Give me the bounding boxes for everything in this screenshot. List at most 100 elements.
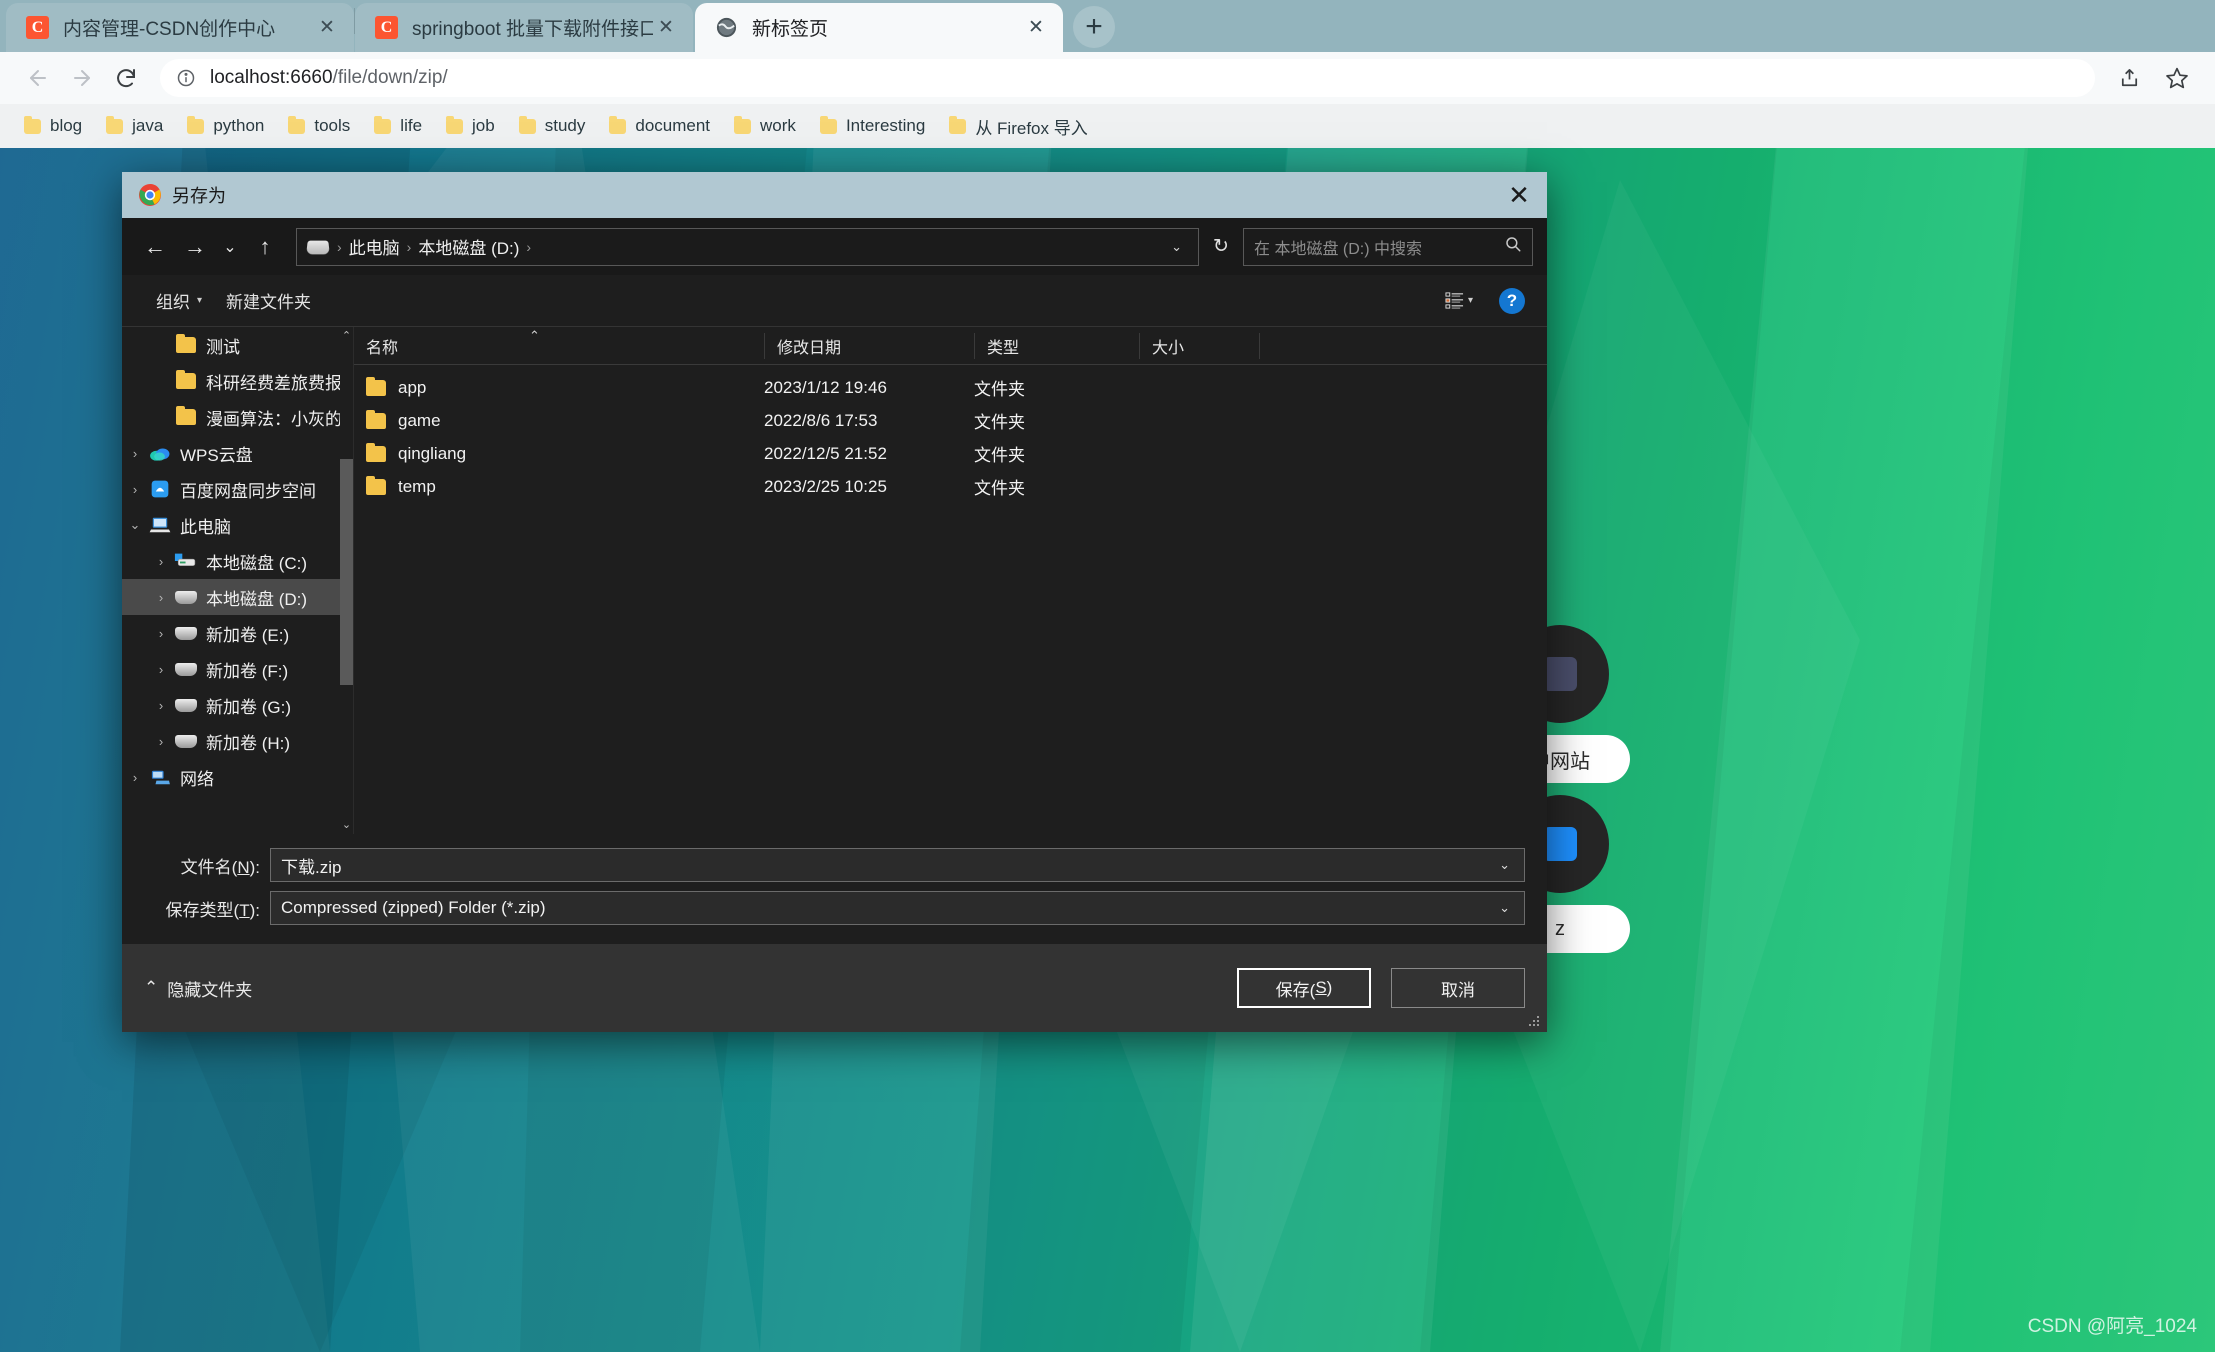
up-one-level-icon[interactable]: ↑ xyxy=(246,228,284,266)
chevron-right-icon[interactable]: › xyxy=(148,590,174,605)
tree-item-local-disk-d[interactable]: › 本地磁盘 (D:) xyxy=(122,579,353,615)
bookmark-item[interactable]: Interesting xyxy=(810,112,935,140)
scroll-down-arrow-icon[interactable]: ⌄ xyxy=(340,816,353,834)
tab-close-icon[interactable]: ✕ xyxy=(314,15,340,41)
back-icon[interactable]: ← xyxy=(136,228,174,266)
chevron-right-icon[interactable]: › xyxy=(148,626,174,641)
forward-icon[interactable]: → xyxy=(176,228,214,266)
bookmark-item[interactable]: life xyxy=(364,112,432,140)
save-button[interactable]: 保存(S) xyxy=(1237,968,1371,1008)
bookmark-item[interactable]: 从 Firefox 导入 xyxy=(939,110,1097,143)
dialog-title-bar[interactable]: 另存为 ✕ xyxy=(122,172,1547,218)
column-header-modified[interactable]: 修改日期 xyxy=(764,333,974,359)
address-bar[interactable]: localhost:6660/file/down/zip/ xyxy=(160,59,2095,97)
bookmark-label: work xyxy=(760,116,796,136)
file-row[interactable]: qingliang 2022/12/5 21:52 文件夹 xyxy=(354,437,1547,470)
chevron-down-icon[interactable]: ⌄ xyxy=(1491,857,1518,873)
column-header-name[interactable]: 名称 xyxy=(354,333,764,359)
tab-springboot[interactable]: C springboot 批量下载附件接口， ✕ xyxy=(355,3,693,52)
reload-icon[interactable] xyxy=(104,56,148,100)
column-header-size[interactable]: 大小 xyxy=(1139,333,1259,359)
chevron-right-icon[interactable]: › xyxy=(122,482,148,497)
breadcrumb-item-this-pc[interactable]: 此电脑 xyxy=(344,234,405,259)
tree-item-network[interactable]: › 网络 xyxy=(122,759,353,795)
tree-item-volume-h[interactable]: › 新加卷 (H:) xyxy=(122,723,353,759)
chevron-down-icon[interactable]: ⌄ xyxy=(122,517,148,533)
resize-grip-icon[interactable] xyxy=(1529,1015,1541,1027)
new-folder-button[interactable]: 新建文件夹 xyxy=(214,282,323,319)
tree-item-volume-e[interactable]: › 新加卷 (E:) xyxy=(122,615,353,651)
tree-item-wps-cloud[interactable]: › WPS云盘 xyxy=(122,435,353,471)
computer-icon xyxy=(148,515,172,535)
bookmark-item[interactable]: tools xyxy=(278,112,360,140)
file-list-pane[interactable]: 名称 修改日期 类型 大小 ⌃ app 2023/1/12 19:46 文件夹 … xyxy=(354,327,1547,834)
file-name: qingliang xyxy=(398,444,466,464)
search-input[interactable]: 在 本地磁盘 (D:) 中搜索 xyxy=(1243,228,1533,266)
breadcrumb-separator: › xyxy=(526,239,531,255)
tree-item-volume-g[interactable]: › 新加卷 (G:) xyxy=(122,687,353,723)
folder-icon xyxy=(366,380,386,396)
star-icon[interactable] xyxy=(2155,56,2199,100)
recent-locations-icon[interactable]: ⌄ xyxy=(216,228,244,266)
file-type: 文件夹 xyxy=(974,375,1139,400)
hide-folders-toggle[interactable]: ⌃ 隐藏文件夹 xyxy=(144,976,252,1001)
tree-item-label: 科研经费差旅费报 xyxy=(206,369,342,394)
file-row[interactable]: temp 2023/2/25 10:25 文件夹 xyxy=(354,470,1547,503)
chevron-right-icon[interactable]: › xyxy=(122,770,148,785)
back-icon[interactable] xyxy=(16,56,60,100)
share-icon[interactable] xyxy=(2107,56,2151,100)
chevron-right-icon[interactable]: › xyxy=(148,554,174,569)
bookmark-item[interactable]: python xyxy=(177,112,274,140)
breadcrumb[interactable]: › 此电脑 › 本地磁盘 (D:) › ⌄ xyxy=(296,228,1199,266)
chevron-down-icon[interactable]: ⌄ xyxy=(1491,900,1518,916)
bookmark-item[interactable]: document xyxy=(599,112,720,140)
organize-button[interactable]: 组织 ▾ xyxy=(144,282,214,319)
chevron-right-icon[interactable]: › xyxy=(148,662,174,677)
file-name: temp xyxy=(398,477,436,497)
tab-close-icon[interactable]: ✕ xyxy=(653,15,679,41)
filename-input[interactable]: 下载.zip ⌄ xyxy=(270,848,1525,882)
scrollbar-thumb[interactable] xyxy=(340,459,353,685)
refresh-icon[interactable]: ↻ xyxy=(1201,228,1241,266)
chevron-right-icon[interactable]: › xyxy=(148,698,174,713)
file-row[interactable]: app 2023/1/12 19:46 文件夹 xyxy=(354,371,1547,404)
tree-item-keyanjingfei[interactable]: 科研经费差旅费报 xyxy=(122,363,353,399)
forward-icon[interactable] xyxy=(60,56,104,100)
bookmark-item[interactable]: java xyxy=(96,112,173,140)
chevron-down-icon[interactable]: ⌄ xyxy=(1161,239,1192,255)
tree-scrollbar[interactable]: ⌃ ⌄ xyxy=(340,327,353,834)
tree-item-local-disk-c[interactable]: › 本地磁盘 (C:) xyxy=(122,543,353,579)
breadcrumb-item-local-disk-d[interactable]: 本地磁盘 (D:) xyxy=(413,234,524,259)
bookmark-item[interactable]: job xyxy=(436,112,505,140)
column-header-type[interactable]: 类型 xyxy=(974,333,1139,359)
folder-icon xyxy=(949,119,966,134)
cancel-button[interactable]: 取消 xyxy=(1391,968,1525,1008)
tree-item-ceshi[interactable]: 测试 xyxy=(122,327,353,363)
tree-item-manhuasuanfa[interactable]: 漫画算法：小灰的 xyxy=(122,399,353,435)
file-row[interactable]: game 2022/8/6 17:53 文件夹 xyxy=(354,404,1547,437)
info-circle-icon[interactable] xyxy=(176,68,196,88)
close-icon[interactable]: ✕ xyxy=(1491,172,1547,218)
view-options-icon[interactable]: ▾ xyxy=(1437,287,1481,314)
tree-item-volume-f[interactable]: › 新加卷 (F:) xyxy=(122,651,353,687)
tab-close-icon[interactable]: ✕ xyxy=(1023,15,1049,41)
folder-icon xyxy=(174,335,198,355)
filetype-select[interactable]: Compressed (zipped) Folder (*.zip) ⌄ xyxy=(270,891,1525,925)
tree-item-baidu-netdisk[interactable]: › 百度网盘同步空间 xyxy=(122,471,353,507)
chevron-right-icon[interactable]: › xyxy=(122,446,148,461)
new-tab-button[interactable]: + xyxy=(1073,6,1115,48)
column-header-extra[interactable] xyxy=(1259,333,1379,359)
chrome-logo-icon xyxy=(138,183,162,207)
scroll-up-arrow-icon[interactable]: ⌃ xyxy=(340,327,353,345)
tab-csdn-content[interactable]: C 内容管理-CSDN创作中心 ✕ xyxy=(6,3,354,52)
chevron-right-icon[interactable]: › xyxy=(148,734,174,749)
tree-item-this-pc[interactable]: ⌄ 此电脑 xyxy=(122,507,353,543)
file-list-rows: app 2023/1/12 19:46 文件夹 game 2022/8/6 17… xyxy=(354,365,1547,503)
help-button[interactable]: ? xyxy=(1499,288,1525,314)
navigation-tree[interactable]: 测试 科研经费差旅费报 漫画算法：小灰的 › WPS云盘 xyxy=(122,327,354,834)
dialog-navigation-bar: ← → ⌄ ↑ › 此电脑 › 本地磁盘 (D:) › ⌄ ↻ 在 本地磁盘 (… xyxy=(122,218,1547,275)
tab-new-tab-page[interactable]: 新标签页 ✕ xyxy=(695,3,1063,52)
bookmark-item[interactable]: blog xyxy=(14,112,92,140)
bookmark-item[interactable]: work xyxy=(724,112,806,140)
bookmark-item[interactable]: study xyxy=(509,112,596,140)
